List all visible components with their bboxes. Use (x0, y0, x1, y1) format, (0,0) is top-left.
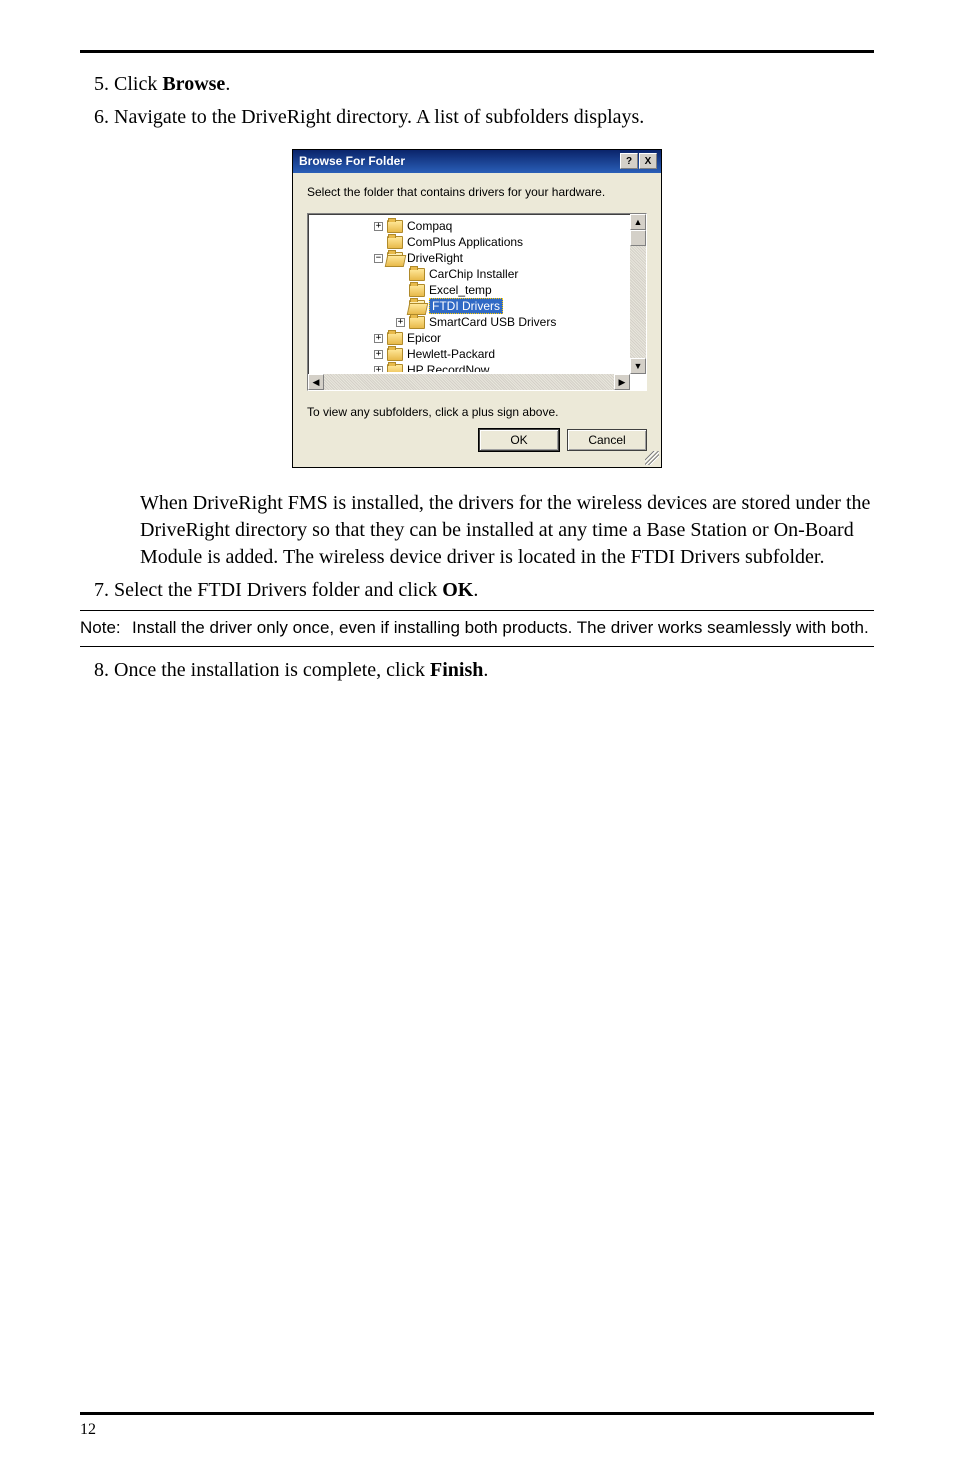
step-6-text: Navigate to the DriveRight directory. A … (114, 106, 644, 128)
tree-label: Epicor (407, 331, 441, 345)
open-folder-icon (387, 252, 403, 265)
tree-label: ComPlus Applications (407, 235, 523, 249)
browse-for-folder-dialog: Browse For Folder ? X Select the folder … (292, 149, 662, 468)
plus-icon[interactable]: + (396, 318, 405, 327)
tree-label: Excel_temp (429, 283, 492, 297)
close-button[interactable]: X (639, 153, 657, 169)
top-rule (80, 50, 874, 53)
folder-icon (387, 236, 403, 249)
tree-node-hp[interactable]: + Hewlett-Packard (314, 346, 626, 362)
note-text: Install the driver only once, even if in… (132, 617, 874, 640)
note-label: Note: (80, 617, 132, 640)
step-8-bold: Finish (430, 659, 483, 681)
cancel-button[interactable]: Cancel (567, 429, 647, 451)
steps-list-bottom: Once the installation is complete, click… (114, 657, 874, 684)
scroll-down-icon[interactable]: ▼ (630, 358, 646, 374)
step-8-pre: Once the installation is complete, click (114, 659, 430, 681)
step-8: Once the installation is complete, click… (114, 657, 874, 684)
folder-icon (409, 284, 425, 297)
close-icon: X (645, 156, 652, 167)
folder-icon (387, 332, 403, 345)
step-7: Select the FTDI Drivers folder and click… (114, 577, 874, 604)
tree-node-compaq[interactable]: + Compaq (314, 218, 626, 234)
tree-label: Compaq (407, 219, 452, 233)
tree-node-ftdi-drivers[interactable]: FTDI Drivers (314, 298, 626, 314)
dialog-instruction: Select the folder that contains drivers … (307, 185, 647, 199)
tree-label: CarChip Installer (429, 267, 518, 281)
tree-label: HP RecordNow (407, 363, 489, 372)
tree-node-excel-temp[interactable]: Excel_temp (314, 282, 626, 298)
folder-tree: + Compaq ComPlus Applications − (307, 213, 647, 391)
folder-icon (387, 364, 403, 373)
note-block: Note: Install the driver only once, even… (80, 617, 874, 640)
scroll-right-icon[interactable]: ▶ (614, 374, 630, 390)
step-5: Click Browse. (114, 71, 874, 98)
note-rule-bottom (80, 646, 874, 647)
step-5-post: . (225, 73, 230, 95)
scroll-left-icon[interactable]: ◀ (308, 374, 324, 390)
plus-icon[interactable]: + (374, 334, 383, 343)
folder-icon (409, 316, 425, 329)
note-rule-top (80, 610, 874, 611)
tree-label-selected: FTDI Drivers (429, 298, 503, 314)
step-5-bold: Browse (162, 73, 225, 95)
steps-list-top: Click Browse. Navigate to the DriveRight… (114, 71, 874, 131)
step-5-pre: Click (114, 73, 162, 95)
step-7-post: . (473, 579, 478, 601)
open-folder-icon (409, 300, 425, 313)
help-button[interactable]: ? (620, 153, 638, 169)
steps-list-mid: Select the FTDI Drivers folder and click… (114, 577, 874, 604)
dialog-wrap: Browse For Folder ? X Select the folder … (80, 149, 874, 468)
tree-node-epicor[interactable]: + Epicor (314, 330, 626, 346)
folder-icon (387, 220, 403, 233)
scroll-thumb[interactable] (630, 230, 646, 246)
footer-rule (80, 1412, 874, 1415)
plus-icon[interactable]: + (374, 366, 383, 373)
tree-node-driveright[interactable]: − DriveRight (314, 250, 626, 266)
tree-label: SmartCard USB Drivers (429, 315, 556, 329)
step-8-post: . (483, 659, 488, 681)
help-icon: ? (626, 156, 632, 167)
tree-node-smartcard[interactable]: + SmartCard USB Drivers (314, 314, 626, 330)
plus-icon[interactable]: + (374, 222, 383, 231)
titlebar-text: Browse For Folder (299, 154, 405, 168)
tree-label: Hewlett-Packard (407, 347, 495, 361)
resize-grip-icon[interactable] (645, 451, 659, 465)
page-number: 12 (80, 1421, 874, 1439)
explanatory-paragraph: When DriveRight FMS is installed, the dr… (140, 490, 874, 571)
scroll-up-icon[interactable]: ▲ (630, 214, 646, 230)
step-7-bold: OK (442, 579, 473, 601)
tree-node-carchip[interactable]: CarChip Installer (314, 266, 626, 282)
titlebar[interactable]: Browse For Folder ? X (293, 150, 661, 173)
vertical-scrollbar[interactable]: ▲ ▼ (630, 214, 646, 374)
plus-icon[interactable]: + (374, 350, 383, 359)
tree-node-complus[interactable]: ComPlus Applications (314, 234, 626, 250)
tree-label: DriveRight (407, 251, 463, 265)
step-7-pre: Select the FTDI Drivers folder and click (114, 579, 442, 601)
minus-icon[interactable]: − (374, 254, 383, 263)
folder-icon (387, 348, 403, 361)
tree-node-hp-recordnow[interactable]: + HP RecordNow (314, 362, 626, 372)
step-6: Navigate to the DriveRight directory. A … (114, 104, 874, 131)
cancel-label: Cancel (588, 433, 625, 447)
dialog-hint: To view any subfolders, click a plus sig… (307, 405, 647, 419)
folder-icon (409, 268, 425, 281)
ok-label: OK (510, 433, 527, 447)
horizontal-scrollbar[interactable]: ◀ ▶ (308, 374, 630, 390)
ok-button[interactable]: OK (479, 429, 559, 451)
